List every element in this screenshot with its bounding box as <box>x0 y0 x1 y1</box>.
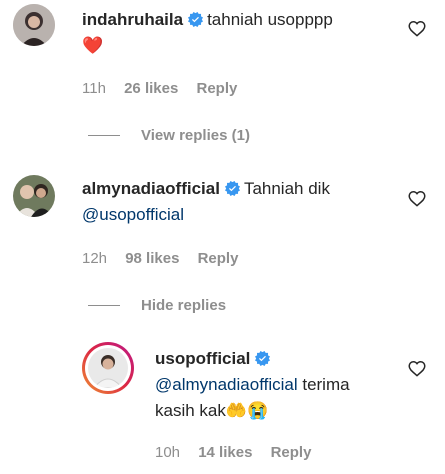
reply-button[interactable]: Reply <box>271 444 312 461</box>
comment-meta: 11h 26 likes Reply <box>82 80 251 97</box>
timestamp: 12h <box>82 250 108 267</box>
heart-emoji: ❤️ <box>82 36 104 55</box>
heart-outline-icon[interactable] <box>408 359 426 377</box>
verified-badge-icon <box>224 181 240 196</box>
avatar[interactable] <box>13 175 55 217</box>
heart-outline-icon[interactable] <box>408 19 426 37</box>
mention-link[interactable]: @almynadiaofficial <box>155 375 298 394</box>
divider-line <box>88 305 120 306</box>
avatar-story-ring[interactable] <box>82 342 134 394</box>
timestamp: 10h <box>155 444 181 461</box>
likes-count[interactable]: 26 likes <box>124 80 178 97</box>
reply-button[interactable]: Reply <box>198 250 239 267</box>
hide-replies-button[interactable]: Hide replies <box>141 297 226 314</box>
reply-text: terima <box>297 375 350 394</box>
username[interactable]: almynadiaofficial <box>82 179 220 198</box>
comment-text: Tahniah dik <box>243 179 330 198</box>
avatar[interactable] <box>13 4 55 46</box>
heart-outline-icon[interactable] <box>408 189 426 207</box>
verified-badge-icon <box>255 351 271 366</box>
divider-line <box>88 135 120 136</box>
username[interactable]: indahruhaila <box>82 10 183 29</box>
emoji: 🤲😭 <box>225 401 269 420</box>
reply-button[interactable]: Reply <box>196 80 237 97</box>
verified-badge-icon <box>188 12 204 27</box>
reply-meta: 10h 14 likes Reply <box>155 444 325 461</box>
likes-count[interactable]: 14 likes <box>198 444 252 461</box>
comment-body: indahruhaila tahniah usopppp ❤️ <box>82 7 402 59</box>
reply-body: usopofficial @almynadiaofficial terima k… <box>155 346 400 424</box>
timestamp: 11h <box>82 80 106 97</box>
comment-body: almynadiaofficial Tahniah dik @usopoffici… <box>82 176 402 228</box>
view-replies-button[interactable]: View replies (1) <box>141 127 250 144</box>
comment-text: tahniah usopppp <box>207 10 333 29</box>
reply-text-line2: kasih kak <box>155 401 226 420</box>
comment-meta: 12h 98 likes Reply <box>82 250 252 267</box>
likes-count[interactable]: 98 likes <box>125 250 179 267</box>
mention-link[interactable]: @usopofficial <box>82 205 184 224</box>
username[interactable]: usopofficial <box>155 349 250 368</box>
